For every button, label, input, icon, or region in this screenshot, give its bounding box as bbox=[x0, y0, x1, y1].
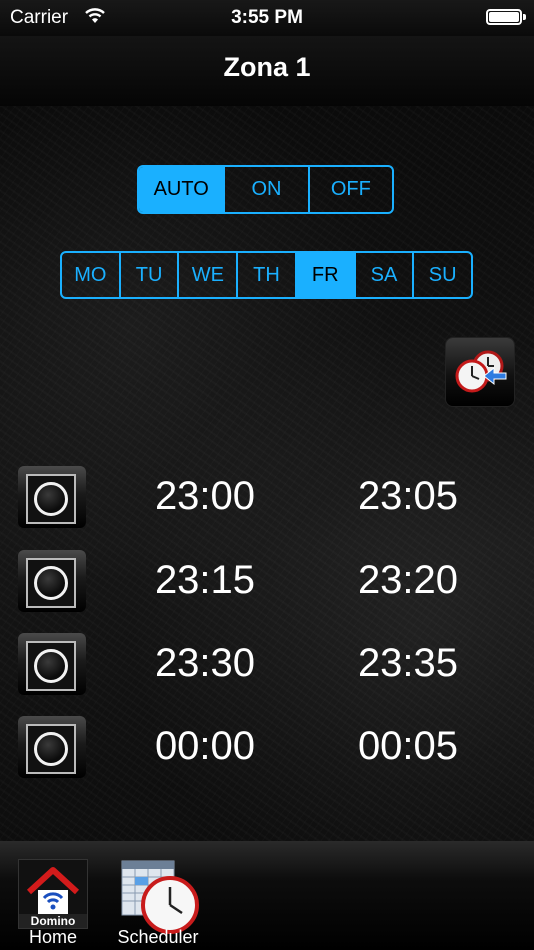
status-bar: Carrier 3:55 PM bbox=[0, 0, 534, 36]
day-th-segment[interactable]: TH bbox=[236, 253, 295, 297]
house-wifi-icon: Domino bbox=[18, 859, 88, 929]
mode-on-segment[interactable]: ON bbox=[223, 167, 307, 212]
status-led-icon bbox=[34, 482, 68, 516]
schedule-row: 23:30 23:35 bbox=[0, 633, 534, 695]
battery-icon bbox=[486, 9, 526, 25]
navigation-bar: Zona 1 bbox=[0, 36, 534, 106]
day-segmented-control[interactable]: MO TU WE TH FR SA SU bbox=[60, 251, 473, 299]
tab-scheduler[interactable]: Scheduler bbox=[108, 841, 208, 950]
mode-off-segment[interactable]: OFF bbox=[307, 167, 392, 212]
schedule-toggle-button[interactable] bbox=[18, 466, 86, 528]
day-mo-segment[interactable]: MO bbox=[62, 253, 119, 297]
page-title: Zona 1 bbox=[223, 52, 311, 82]
tab-scheduler-label: Scheduler bbox=[117, 927, 199, 947]
start-time[interactable]: 23:30 bbox=[105, 641, 305, 686]
schedule-row: 00:00 00:05 bbox=[0, 716, 534, 778]
schedule-row: 23:00 23:05 bbox=[0, 466, 534, 528]
mode-auto-segment[interactable]: AUTO bbox=[139, 167, 224, 212]
status-led-icon bbox=[34, 732, 68, 766]
mode-segmented-control[interactable]: AUTO ON OFF bbox=[137, 165, 394, 214]
end-time[interactable]: 23:05 bbox=[308, 474, 508, 519]
clock-copy-icon bbox=[455, 350, 507, 393]
end-time[interactable]: 23:20 bbox=[308, 558, 508, 603]
day-su-segment[interactable]: SU bbox=[412, 253, 471, 297]
day-we-segment[interactable]: WE bbox=[177, 253, 236, 297]
start-time[interactable]: 23:00 bbox=[105, 474, 305, 519]
schedule-toggle-button[interactable] bbox=[18, 550, 86, 612]
day-sa-segment[interactable]: SA bbox=[353, 253, 413, 297]
status-led-icon bbox=[34, 566, 68, 600]
tab-home-label: Home bbox=[28, 927, 77, 947]
schedule-toggle-button[interactable] bbox=[18, 716, 86, 778]
status-led-icon bbox=[34, 649, 68, 683]
end-time[interactable]: 23:35 bbox=[308, 641, 508, 686]
day-tu-segment[interactable]: TU bbox=[118, 253, 178, 297]
end-time[interactable]: 00:05 bbox=[308, 724, 508, 769]
start-time[interactable]: 00:00 bbox=[105, 724, 305, 769]
schedule-toggle-button[interactable] bbox=[18, 633, 86, 695]
status-time: 3:55 PM bbox=[231, 7, 303, 28]
schedule-row: 23:15 23:20 bbox=[0, 550, 534, 612]
copy-schedule-button[interactable] bbox=[446, 338, 514, 406]
tab-home[interactable]: Domino Home bbox=[18, 841, 88, 950]
domino-logo-text: Domino bbox=[31, 914, 76, 928]
day-fr-segment[interactable]: FR bbox=[294, 253, 354, 297]
tab-bar: Domino Home Scheduler bbox=[0, 841, 534, 950]
start-time[interactable]: 23:15 bbox=[105, 558, 305, 603]
